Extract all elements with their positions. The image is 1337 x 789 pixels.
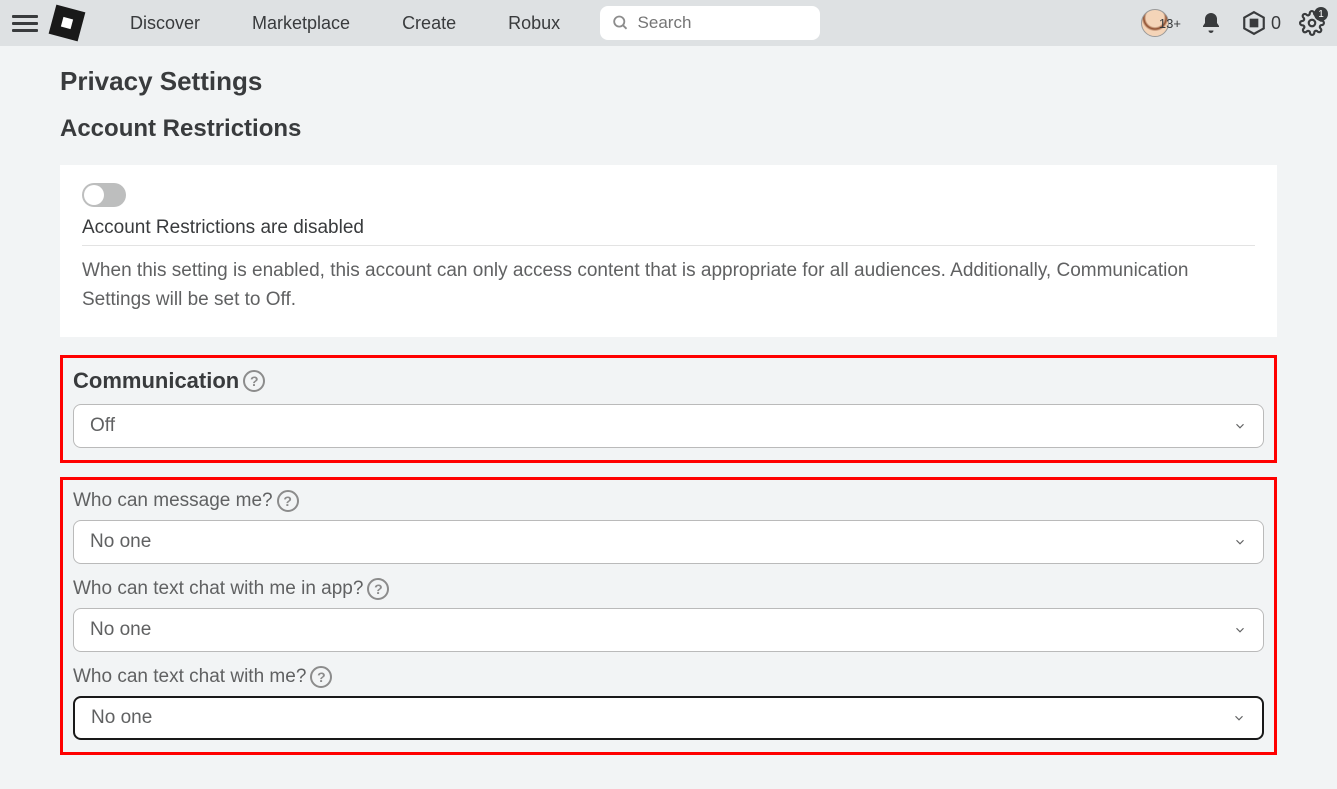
communication-select[interactable]: Off <box>73 404 1264 448</box>
nav-marketplace[interactable]: Marketplace <box>230 13 372 34</box>
robux-balance[interactable]: 0 <box>1241 10 1281 36</box>
chevron-down-icon <box>1233 419 1247 433</box>
field-message-select[interactable]: No one <box>73 520 1264 564</box>
communication-section: Communication ? Off <box>60 355 1277 463</box>
field-chat-select[interactable]: No one <box>73 696 1264 740</box>
notifications-icon[interactable] <box>1199 11 1223 35</box>
field-message-label: Who can message me? ? <box>73 490 1264 512</box>
field-chat-app-select[interactable]: No one <box>73 608 1264 652</box>
chevron-down-icon <box>1233 535 1247 549</box>
field-chat-label: Who can text chat with me? ? <box>73 666 1264 688</box>
nav-robux[interactable]: Robux <box>486 13 582 34</box>
field-chat-app-label: Who can text chat with me in app? ? <box>73 578 1264 600</box>
top-navbar: Discover Marketplace Create Robux 13+ 0 … <box>0 0 1337 46</box>
nav-create[interactable]: Create <box>380 13 478 34</box>
communication-label: Communication ? <box>73 368 1264 394</box>
help-icon[interactable]: ? <box>310 666 332 688</box>
gear-badge: 1 <box>1314 7 1328 21</box>
robux-count: 0 <box>1271 13 1281 34</box>
who-can-section: Who can message me? ? No one Who can tex… <box>60 477 1277 755</box>
search-input[interactable] <box>638 13 809 33</box>
help-icon[interactable]: ? <box>367 578 389 600</box>
menu-icon[interactable] <box>12 10 38 36</box>
communication-value: Off <box>90 415 115 437</box>
section-title-restrictions: Account Restrictions <box>60 115 1277 143</box>
robux-icon <box>1241 10 1267 36</box>
help-icon[interactable]: ? <box>243 370 265 392</box>
content: Privacy Settings Account Restrictions Ac… <box>0 46 1337 789</box>
nav-right: 13+ 0 1 <box>1141 9 1325 37</box>
field-chat-value: No one <box>91 707 152 729</box>
chevron-down-icon <box>1233 623 1247 637</box>
restrictions-toggle[interactable] <box>82 183 126 207</box>
field-chat-app-value: No one <box>90 619 151 641</box>
page-title: Privacy Settings <box>60 66 1277 97</box>
chevron-down-icon <box>1232 711 1246 725</box>
restrictions-card: Account Restrictions are disabled When t… <box>60 165 1277 337</box>
restrictions-status: Account Restrictions are disabled <box>82 217 1255 239</box>
restrictions-description: When this setting is enabled, this accou… <box>82 256 1255 315</box>
settings-button[interactable]: 1 <box>1299 10 1325 36</box>
help-icon[interactable]: ? <box>277 490 299 512</box>
age-badge: 13+ <box>1159 16 1181 31</box>
search-icon <box>612 13 629 33</box>
field-message-value: No one <box>90 531 151 553</box>
divider <box>82 245 1255 246</box>
roblox-logo[interactable] <box>49 5 86 42</box>
nav-discover[interactable]: Discover <box>108 13 222 34</box>
search-container <box>600 6 820 40</box>
